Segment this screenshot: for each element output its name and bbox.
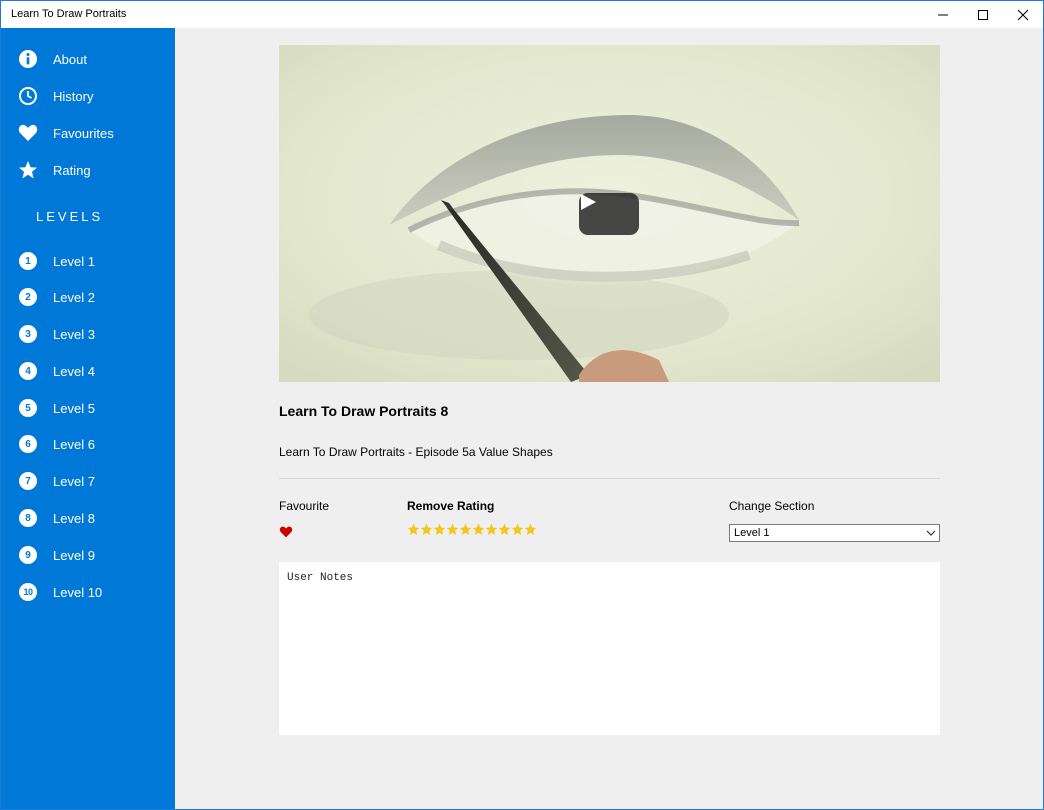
level-6-number-icon: 6 xyxy=(18,434,38,454)
level-6-number: 6 xyxy=(19,435,37,453)
nav-rating[interactable]: Rating xyxy=(1,153,175,187)
nav-level-9[interactable]: 9 Level 9 xyxy=(1,538,175,572)
level-1-number: 1 xyxy=(19,252,37,270)
close-icon xyxy=(1017,9,1029,20)
rating-star-icon[interactable] xyxy=(459,522,472,537)
nav-level-2[interactable]: 2 Level 2 xyxy=(1,280,175,314)
level-10-number-icon: 10 xyxy=(18,582,38,602)
level-8-number: 8 xyxy=(19,509,37,527)
play-button[interactable] xyxy=(579,193,639,235)
rating-star-icon[interactable] xyxy=(472,522,485,537)
level-8-number-icon: 8 xyxy=(18,508,38,528)
level-3-number: 3 xyxy=(19,325,37,343)
nav-level-4-label: Level 4 xyxy=(53,364,95,379)
level-2-number-icon: 2 xyxy=(18,287,38,307)
window-title: Learn To Draw Portraits xyxy=(11,8,127,20)
level-2-number: 2 xyxy=(19,288,37,306)
heart-icon xyxy=(18,123,38,143)
minimize-icon xyxy=(938,14,948,15)
rating-star-icon[interactable] xyxy=(446,522,459,537)
app-window: Learn To Draw Portraits About History Fa… xyxy=(0,0,1044,810)
clock-icon xyxy=(18,86,38,106)
level-4-number-icon: 4 xyxy=(18,361,38,381)
nav-level-8[interactable]: 8 Level 8 xyxy=(1,501,175,535)
rating-star-icon[interactable] xyxy=(524,522,537,537)
nav-favourites[interactable]: Favourites xyxy=(1,116,175,150)
favourite-label: Favourite xyxy=(279,499,330,513)
maximize-button[interactable] xyxy=(963,1,1003,28)
video-title: Learn To Draw Portraits 8 xyxy=(279,403,449,419)
level-5-number: 5 xyxy=(19,399,37,417)
nav-history-label: History xyxy=(53,89,94,104)
remove-rating-button[interactable]: Remove Rating xyxy=(407,499,494,513)
level-7-number: 7 xyxy=(19,472,37,490)
section-select[interactable]: Level 1 xyxy=(729,524,940,542)
sidebar: About History Favourites Rating LEVELS 1… xyxy=(1,28,175,809)
video-player[interactable] xyxy=(279,45,940,382)
nav-level-9-label: Level 9 xyxy=(53,548,95,563)
chevron-down-icon xyxy=(926,530,936,536)
change-section-label: Change Section xyxy=(729,499,815,513)
level-5-number-icon: 5 xyxy=(18,398,38,418)
rating-star-icon[interactable] xyxy=(485,522,498,537)
nav-level-10-label: Level 10 xyxy=(53,585,103,600)
user-notes-input[interactable] xyxy=(279,562,940,735)
nav-about-label: About xyxy=(53,52,87,67)
nav-level-6[interactable]: 6 Level 6 xyxy=(1,427,175,461)
rating-star-icon[interactable] xyxy=(433,522,446,537)
divider xyxy=(279,478,940,479)
minimize-button[interactable] xyxy=(923,1,963,28)
nav-about[interactable]: About xyxy=(1,42,175,76)
level-1-number-icon: 1 xyxy=(18,251,38,271)
maximize-icon xyxy=(978,9,988,20)
level-3-number-icon: 3 xyxy=(18,324,38,344)
rating-star-icon[interactable] xyxy=(420,522,433,537)
nav-level-3[interactable]: 3 Level 3 xyxy=(1,317,175,351)
nav-level-7-label: Level 7 xyxy=(53,474,95,489)
levels-heading: LEVELS xyxy=(36,209,104,224)
level-7-number-icon: 7 xyxy=(18,471,38,491)
level-9-number-icon: 9 xyxy=(18,545,38,565)
level-9-number: 9 xyxy=(19,546,37,564)
title-bar: Learn To Draw Portraits xyxy=(1,1,1043,28)
rating-star-icon[interactable] xyxy=(407,522,420,537)
nav-level-2-label: Level 2 xyxy=(53,290,95,305)
nav-level-4[interactable]: 4 Level 4 xyxy=(1,354,175,388)
rating-star-icon[interactable] xyxy=(511,522,524,537)
info-icon xyxy=(18,49,38,69)
section-select-value: Level 1 xyxy=(734,527,770,539)
nav-level-8-label: Level 8 xyxy=(53,511,95,526)
rating-star-icon[interactable] xyxy=(498,522,511,537)
heart-icon xyxy=(279,526,293,538)
nav-history[interactable]: History xyxy=(1,79,175,113)
nav-rating-label: Rating xyxy=(53,163,91,178)
nav-level-6-label: Level 6 xyxy=(53,437,95,452)
video-description: Learn To Draw Portraits - Episode 5a Val… xyxy=(279,445,553,459)
star-icon xyxy=(18,160,38,180)
level-10-number: 10 xyxy=(19,583,37,601)
rating-stars[interactable] xyxy=(407,522,537,537)
nav-level-1[interactable]: 1 Level 1 xyxy=(1,244,175,278)
level-4-number: 4 xyxy=(19,362,37,380)
favourite-toggle[interactable] xyxy=(279,525,293,543)
nav-level-5[interactable]: 5 Level 5 xyxy=(1,391,175,425)
nav-level-3-label: Level 3 xyxy=(53,327,95,342)
nav-level-7[interactable]: 7 Level 7 xyxy=(1,464,175,498)
close-button[interactable] xyxy=(1003,1,1043,28)
nav-level-10[interactable]: 10 Level 10 xyxy=(1,575,175,609)
nav-level-5-label: Level 5 xyxy=(53,401,95,416)
nav-level-1-label: Level 1 xyxy=(53,254,95,269)
play-icon xyxy=(581,194,596,210)
nav-favourites-label: Favourites xyxy=(53,126,114,141)
